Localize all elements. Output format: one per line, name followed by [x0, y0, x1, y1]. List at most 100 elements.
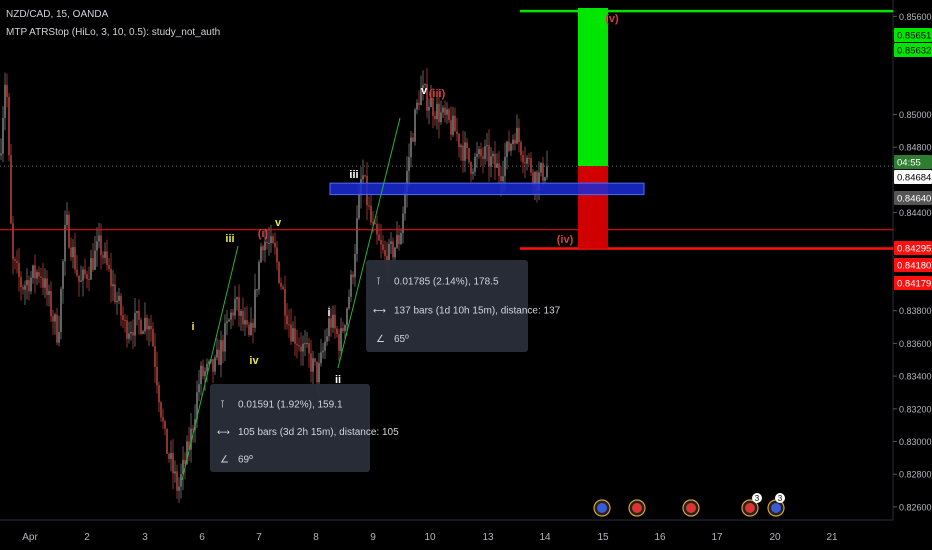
wave-label: (v) — [605, 13, 619, 25]
candle-body — [482, 156, 484, 159]
candle-body — [64, 225, 66, 262]
candle-body — [330, 318, 332, 328]
candle-body — [442, 107, 444, 113]
candle-body — [486, 145, 488, 147]
candle-body — [118, 295, 120, 301]
candle-body — [506, 141, 508, 157]
candle-body — [438, 103, 440, 123]
candle-body — [24, 285, 26, 290]
event-flag-core — [686, 503, 696, 513]
candle-body — [246, 320, 248, 325]
candle-body — [472, 171, 474, 174]
candle-body — [276, 247, 278, 263]
candle-body — [370, 205, 372, 223]
y-tick-label: 0.83200 — [899, 404, 932, 414]
price-tag: 0.84180 — [894, 258, 932, 272]
candle-body — [86, 274, 88, 280]
candle-body — [346, 308, 348, 326]
candle-body — [288, 324, 290, 326]
candle-body — [338, 334, 340, 351]
candle-body — [500, 175, 502, 182]
candle-body — [58, 331, 60, 343]
event-flag-icon — [628, 499, 646, 517]
y-tick-label: 0.82600 — [899, 502, 932, 512]
candle-body — [200, 365, 202, 385]
candle-body — [344, 325, 346, 332]
candle-body — [466, 142, 468, 149]
candle-body — [296, 343, 298, 346]
candle-body — [312, 358, 314, 372]
measurement-tooltip: ⊺ 0.01785 (2.14%), 178.5 ⟷ 137 bars (1d 10h… — [366, 260, 561, 352]
price-tag-label: 0.84179 — [897, 279, 931, 290]
wave-label: iv — [249, 355, 259, 367]
candle-body — [340, 328, 342, 351]
candle-body — [4, 84, 6, 118]
price-tag-label: 0.85632 — [897, 46, 931, 57]
candle-body — [398, 235, 400, 244]
candle-body — [254, 289, 256, 328]
candle-body — [470, 162, 472, 174]
candle-body — [404, 192, 406, 214]
candle-body — [304, 343, 306, 345]
candle-body — [158, 385, 160, 403]
candle-body — [218, 349, 220, 365]
candle-body — [106, 251, 108, 265]
candle-body — [318, 363, 320, 383]
candle-body — [258, 262, 260, 290]
x-tick-label: 7 — [256, 532, 262, 543]
candle-body — [374, 223, 376, 225]
bar-range-icon: ⟷ — [373, 305, 386, 315]
price-tag-label: 0.84295 — [897, 244, 931, 255]
event-count-badge: 3 — [775, 493, 785, 503]
candle-body — [524, 162, 526, 164]
candle-body — [440, 112, 442, 123]
x-tick-label: 17 — [711, 532, 723, 543]
candle-body — [396, 235, 398, 248]
candle-body — [132, 331, 134, 336]
candle-body — [496, 163, 498, 168]
candle-body — [450, 120, 452, 135]
candle-body — [60, 288, 62, 332]
candle-body — [68, 214, 70, 248]
y-tick-label: 0.84400 — [899, 208, 932, 218]
candle-body — [32, 265, 34, 278]
candle-body — [98, 235, 100, 242]
candle-body — [522, 155, 524, 163]
x-tick-label: 16 — [654, 532, 666, 543]
candle-body — [468, 148, 470, 163]
candle-body — [342, 328, 344, 332]
wave-label: iii — [225, 233, 234, 245]
candle-body — [418, 102, 420, 106]
candle-body — [36, 272, 38, 279]
candle-body — [352, 274, 354, 278]
candle-body — [260, 246, 262, 263]
wave-label: i — [191, 321, 194, 333]
candle-body — [90, 258, 92, 280]
x-tick-label: 6 — [199, 532, 205, 543]
tooltip-bar-range: 137 bars (1d 10h 15m), distance: 137 — [394, 305, 561, 316]
x-tick-label: Apr — [22, 532, 38, 543]
candle-body — [384, 249, 386, 256]
candle-body — [6, 84, 8, 97]
candle-body — [154, 346, 156, 367]
y-tick-label: 0.83400 — [899, 372, 932, 382]
event-flag-icon — [682, 499, 700, 517]
candle-body — [504, 156, 506, 177]
candle-body — [348, 296, 350, 309]
candle-body — [88, 279, 90, 281]
event-flag-core — [597, 503, 607, 513]
candle-body — [518, 127, 520, 143]
y-tick-label: 0.85600 — [899, 12, 932, 22]
candle-body — [50, 291, 52, 317]
candle-body — [122, 315, 124, 320]
event-flag-core — [771, 503, 781, 513]
wave-label: v — [275, 217, 282, 229]
candle-body — [278, 262, 280, 283]
candle-body — [66, 214, 68, 226]
candle-body — [238, 297, 240, 316]
y-tick-label: 0.85000 — [899, 110, 932, 120]
price-tag: 04:55 — [894, 155, 932, 169]
candle-body — [252, 322, 254, 328]
price-chart[interactable]: Apr 2 3 6 7 8 9 10 13 14 15 16 17 20 21 0.82600 0.82800 0… — [0, 0, 932, 550]
candle-body — [266, 241, 268, 244]
